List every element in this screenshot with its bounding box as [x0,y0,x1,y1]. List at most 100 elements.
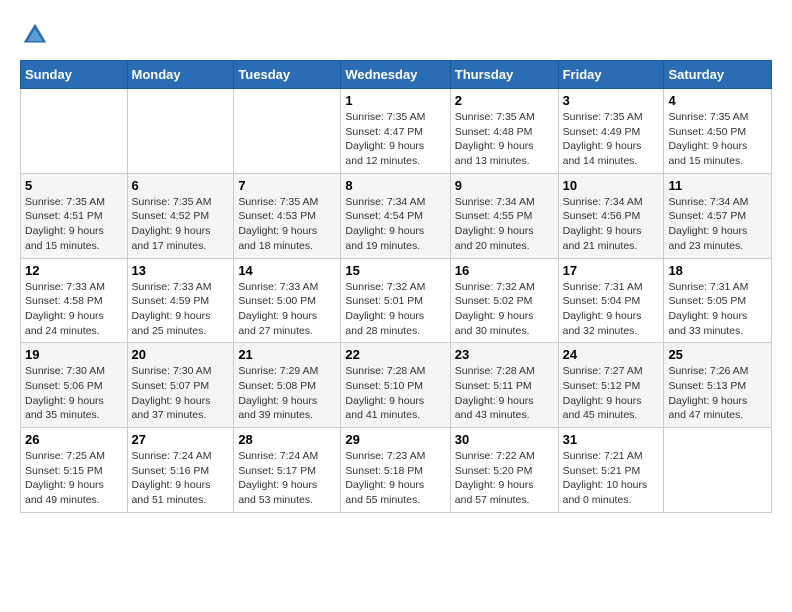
day-number: 27 [132,432,230,447]
day-info: Sunrise: 7:31 AM Sunset: 5:04 PM Dayligh… [563,280,660,339]
day-info: Sunrise: 7:35 AM Sunset: 4:53 PM Dayligh… [238,195,336,254]
calendar-cell: 28 Sunrise: 7:24 AM Sunset: 5:17 PM Dayli… [234,428,341,513]
calendar-cell: 12 Sunrise: 7:33 AM Sunset: 4:58 PM Dayli… [21,258,128,343]
calendar-cell: 13 Sunrise: 7:33 AM Sunset: 4:59 PM Dayli… [127,258,234,343]
day-info: Sunrise: 7:30 AM Sunset: 5:07 PM Dayligh… [132,364,230,423]
day-number: 1 [345,93,445,108]
day-number: 6 [132,178,230,193]
week-row-2: 5 Sunrise: 7:35 AM Sunset: 4:51 PM Daylig… [21,173,772,258]
day-number: 19 [25,347,123,362]
day-header-saturday: Saturday [664,61,772,89]
calendar-cell: 16 Sunrise: 7:32 AM Sunset: 5:02 PM Dayli… [450,258,558,343]
day-number: 11 [668,178,767,193]
day-info: Sunrise: 7:28 AM Sunset: 5:11 PM Dayligh… [455,364,554,423]
day-info: Sunrise: 7:24 AM Sunset: 5:17 PM Dayligh… [238,449,336,508]
calendar-cell: 15 Sunrise: 7:32 AM Sunset: 5:01 PM Dayli… [341,258,450,343]
day-number: 10 [563,178,660,193]
calendar-cell: 7 Sunrise: 7:35 AM Sunset: 4:53 PM Daylig… [234,173,341,258]
day-info: Sunrise: 7:33 AM Sunset: 5:00 PM Dayligh… [238,280,336,339]
week-row-4: 19 Sunrise: 7:30 AM Sunset: 5:06 PM Dayli… [21,343,772,428]
day-number: 28 [238,432,336,447]
day-info: Sunrise: 7:29 AM Sunset: 5:08 PM Dayligh… [238,364,336,423]
calendar-cell: 18 Sunrise: 7:31 AM Sunset: 5:05 PM Dayli… [664,258,772,343]
day-header-sunday: Sunday [21,61,128,89]
calendar-cell: 11 Sunrise: 7:34 AM Sunset: 4:57 PM Dayli… [664,173,772,258]
calendar-cell: 10Sunrise: 7:34 AM Sunset: 4:56 PM Dayli… [558,173,664,258]
day-number: 23 [455,347,554,362]
day-number: 16 [455,263,554,278]
day-number: 2 [455,93,554,108]
calendar-cell: 22 Sunrise: 7:28 AM Sunset: 5:10 PM Dayli… [341,343,450,428]
day-header-thursday: Thursday [450,61,558,89]
calendar-cell: 5 Sunrise: 7:35 AM Sunset: 4:51 PM Daylig… [21,173,128,258]
day-info: Sunrise: 7:35 AM Sunset: 4:52 PM Dayligh… [132,195,230,254]
calendar-cell: 30 Sunrise: 7:22 AM Sunset: 5:20 PM Dayli… [450,428,558,513]
calendar-cell: 9 Sunrise: 7:34 AM Sunset: 4:55 PM Daylig… [450,173,558,258]
calendar-cell: 20Sunrise: 7:30 AM Sunset: 5:07 PM Dayli… [127,343,234,428]
week-row-5: 26 Sunrise: 7:25 AM Sunset: 5:15 PM Dayli… [21,428,772,513]
day-number: 7 [238,178,336,193]
day-info: Sunrise: 7:21 AM Sunset: 5:21 PM Dayligh… [563,449,660,508]
day-number: 15 [345,263,445,278]
day-number: 26 [25,432,123,447]
day-info: Sunrise: 7:22 AM Sunset: 5:20 PM Dayligh… [455,449,554,508]
calendar-cell: 24Sunrise: 7:27 AM Sunset: 5:12 PM Dayli… [558,343,664,428]
calendar-cell: 25 Sunrise: 7:26 AM Sunset: 5:13 PM Dayli… [664,343,772,428]
calendar-table: SundayMondayTuesdayWednesdayThursdayFrid… [20,60,772,513]
calendar-cell: 21Sunrise: 7:29 AM Sunset: 5:08 PM Dayli… [234,343,341,428]
day-number: 12 [25,263,123,278]
day-info: Sunrise: 7:25 AM Sunset: 5:15 PM Dayligh… [25,449,123,508]
day-number: 18 [668,263,767,278]
day-info: Sunrise: 7:23 AM Sunset: 5:18 PM Dayligh… [345,449,445,508]
day-header-monday: Monday [127,61,234,89]
day-info: Sunrise: 7:33 AM Sunset: 4:59 PM Dayligh… [132,280,230,339]
day-info: Sunrise: 7:35 AM Sunset: 4:50 PM Dayligh… [668,110,767,169]
calendar-header-row: SundayMondayTuesdayWednesdayThursdayFrid… [21,61,772,89]
day-info: Sunrise: 7:33 AM Sunset: 4:58 PM Dayligh… [25,280,123,339]
day-number: 8 [345,178,445,193]
page-header [20,20,772,50]
calendar-cell: 6 Sunrise: 7:35 AM Sunset: 4:52 PM Daylig… [127,173,234,258]
day-info: Sunrise: 7:24 AM Sunset: 5:16 PM Dayligh… [132,449,230,508]
calendar-cell: 23 Sunrise: 7:28 AM Sunset: 5:11 PM Dayli… [450,343,558,428]
calendar-cell: 26 Sunrise: 7:25 AM Sunset: 5:15 PM Dayli… [21,428,128,513]
day-info: Sunrise: 7:31 AM Sunset: 5:05 PM Dayligh… [668,280,767,339]
calendar-cell: 3 Sunrise: 7:35 AM Sunset: 4:49 PM Daylig… [558,89,664,174]
day-number: 5 [25,178,123,193]
logo [20,20,54,50]
calendar-cell: 29 Sunrise: 7:23 AM Sunset: 5:18 PM Dayli… [341,428,450,513]
day-number: 3 [563,93,660,108]
calendar-cell: 27 Sunrise: 7:24 AM Sunset: 5:16 PM Dayli… [127,428,234,513]
week-row-3: 12 Sunrise: 7:33 AM Sunset: 4:58 PM Dayli… [21,258,772,343]
day-info: Sunrise: 7:30 AM Sunset: 5:06 PM Dayligh… [25,364,123,423]
calendar-cell: 8Sunrise: 7:34 AM Sunset: 4:54 PM Daylig… [341,173,450,258]
day-info: Sunrise: 7:34 AM Sunset: 4:57 PM Dayligh… [668,195,767,254]
calendar-cell: 4 Sunrise: 7:35 AM Sunset: 4:50 PM Daylig… [664,89,772,174]
day-info: Sunrise: 7:35 AM Sunset: 4:49 PM Dayligh… [563,110,660,169]
day-info: Sunrise: 7:35 AM Sunset: 4:51 PM Dayligh… [25,195,123,254]
day-number: 22 [345,347,445,362]
day-number: 13 [132,263,230,278]
calendar-cell [127,89,234,174]
day-header-friday: Friday [558,61,664,89]
day-info: Sunrise: 7:32 AM Sunset: 5:01 PM Dayligh… [345,280,445,339]
day-number: 30 [455,432,554,447]
day-header-tuesday: Tuesday [234,61,341,89]
week-row-1: 1Sunrise: 7:35 AM Sunset: 4:47 PM Daylig… [21,89,772,174]
day-number: 9 [455,178,554,193]
calendar-cell [21,89,128,174]
day-number: 4 [668,93,767,108]
day-info: Sunrise: 7:34 AM Sunset: 4:55 PM Dayligh… [455,195,554,254]
day-info: Sunrise: 7:26 AM Sunset: 5:13 PM Dayligh… [668,364,767,423]
calendar-cell: 2Sunrise: 7:35 AM Sunset: 4:48 PM Daylig… [450,89,558,174]
calendar-cell [234,89,341,174]
calendar-cell: 31Sunrise: 7:21 AM Sunset: 5:21 PM Dayli… [558,428,664,513]
day-info: Sunrise: 7:32 AM Sunset: 5:02 PM Dayligh… [455,280,554,339]
day-number: 29 [345,432,445,447]
day-number: 25 [668,347,767,362]
day-number: 24 [563,347,660,362]
day-header-wednesday: Wednesday [341,61,450,89]
calendar-cell [664,428,772,513]
day-info: Sunrise: 7:28 AM Sunset: 5:10 PM Dayligh… [345,364,445,423]
calendar-cell: 14Sunrise: 7:33 AM Sunset: 5:00 PM Dayli… [234,258,341,343]
